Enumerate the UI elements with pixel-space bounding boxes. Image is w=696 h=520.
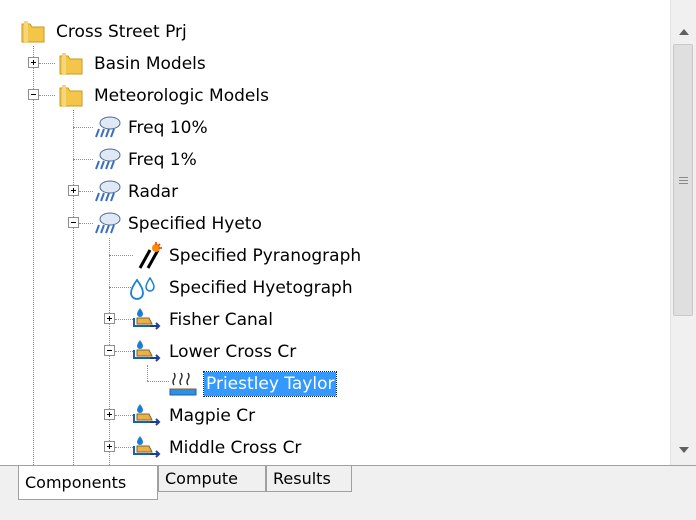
tree-label: Meteorologic Models [94,86,269,106]
tree-label: Specified Hyeto [128,214,262,234]
tree-node-specified-pyranograph[interactable]: Specified Pyranograph [0,240,660,272]
subbasin-icon [133,436,161,458]
tree-connector [39,63,55,64]
water-drops-icon [130,276,155,300]
expand-toggle[interactable] [104,313,115,324]
tree-label: Freq 10% [128,118,208,138]
tree-node-fisher-canal[interactable]: Fisher Canal [0,304,660,336]
tree-label: Radar [128,182,179,202]
tree-connector [115,351,133,352]
tree-node-lower-cross-cr[interactable]: Lower Cross Cr [0,336,660,368]
tree-connector [115,319,133,320]
tree-connector [115,447,133,448]
tree-node-middle-cross-cr[interactable]: Middle Cross Cr [0,432,660,464]
explorer-tab-bar: Components Compute Results [0,465,696,520]
tab-components[interactable]: Components [18,466,158,500]
scroll-thumb[interactable] [673,44,693,316]
rain-cloud-icon [95,116,121,138]
folder-icon [59,53,83,75]
subbasin-icon [133,340,161,362]
expand-toggle[interactable] [104,441,115,452]
folder-icon [21,21,45,43]
tree-label: Lower Cross Cr [169,342,297,362]
tree-node-priestley-taylor[interactable]: Priestley Taylor [0,368,660,400]
tree-node-radar[interactable]: Radar [0,176,660,208]
expand-toggle[interactable] [104,409,115,420]
tree-connector [73,159,93,160]
rain-cloud-icon [95,212,121,234]
solar-radiation-icon [138,242,162,269]
grip-line [679,183,688,184]
rain-cloud-icon [95,180,121,202]
subbasin-icon [133,308,161,330]
tree-connector [115,415,133,416]
tree-label: Basin Models [94,54,206,74]
tab-compute[interactable]: Compute [158,466,266,492]
tree-connector [73,127,93,128]
tree-node-basin-models[interactable]: Basin Models [0,48,660,80]
tab-results[interactable]: Results [266,466,352,492]
expand-toggle[interactable] [28,57,39,68]
component-explorer: Cross Street Prj Basin Models Meteorolog… [0,0,696,520]
tree-label: Cross Street Prj [56,22,187,42]
scroll-up-button[interactable] [671,20,696,44]
grip-line [679,180,688,181]
vertical-scrollbar[interactable] [670,0,696,465]
tree-connector [79,223,93,224]
tree-node-magpie-cr[interactable]: Magpie Cr [0,400,660,432]
grip-line [679,177,688,178]
tree-connector [39,95,55,96]
tree-connector [147,381,169,382]
watershed-explorer-tree: Cross Street Prj Basin Models Meteorolog… [0,0,670,465]
tree-node-specified-hyeto[interactable]: Specified Hyeto [0,208,660,240]
tree-label: Middle Cross Cr [169,438,302,458]
chevron-up-icon [678,29,689,35]
expand-toggle[interactable] [68,185,79,196]
collapse-toggle[interactable] [28,89,39,100]
tree-connector [79,191,93,192]
collapse-toggle[interactable] [104,345,115,356]
tree-connector [109,255,133,256]
scroll-down-button[interactable] [671,438,696,462]
tree-node-freq-10[interactable]: Freq 10% [0,112,660,144]
tree-node-freq-1[interactable]: Freq 1% [0,144,660,176]
evapotranspiration-icon [169,372,197,396]
chevron-down-icon [678,447,689,453]
subbasin-icon [133,404,161,426]
rain-cloud-icon [95,148,121,170]
collapse-toggle[interactable] [68,217,79,228]
tree-label: Specified Hyetograph [169,278,353,298]
tree-node-meteorologic-models[interactable]: Meteorologic Models [0,80,660,112]
tree-label: Freq 1% [128,150,197,170]
tree-label: Priestley Taylor [202,371,338,397]
tree-node-specified-hyetograph[interactable]: Specified Hyetograph [0,272,660,304]
tree-label: Specified Pyranograph [169,246,362,266]
tree-node-root[interactable]: Cross Street Prj [0,16,660,48]
folder-icon [59,85,83,107]
tree-label: Magpie Cr [169,406,256,426]
tree-label: Fisher Canal [169,310,273,330]
